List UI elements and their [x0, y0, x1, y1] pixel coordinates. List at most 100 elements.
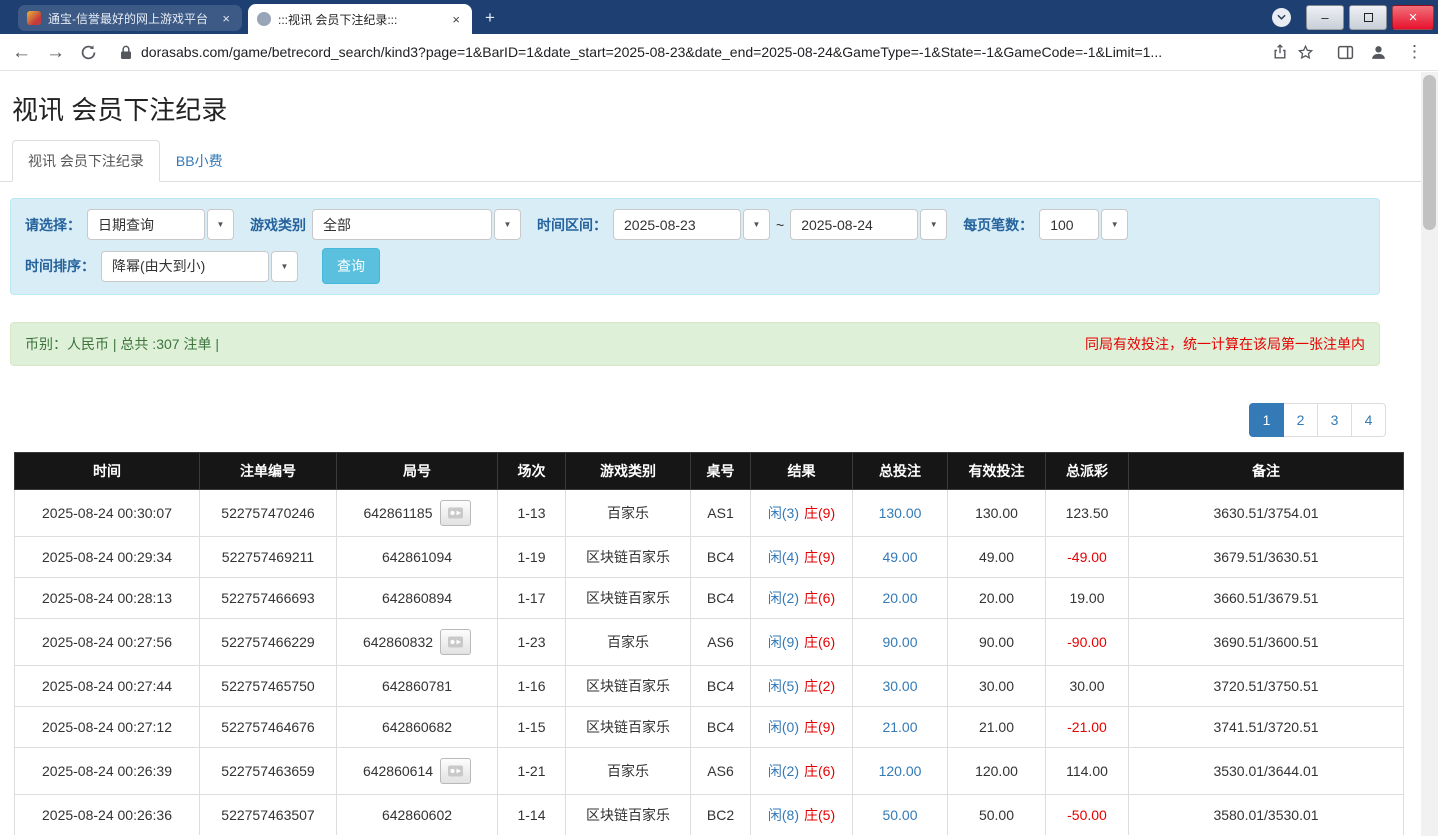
minimize-button[interactable]: – [1306, 4, 1344, 30]
caret-down-icon[interactable]: ▼ [207, 209, 234, 240]
caret-down-icon[interactable]: ▼ [494, 209, 521, 240]
sort-select[interactable]: 降幂(由大到小) ▼ [101, 250, 298, 282]
caret-down-icon[interactable]: ▼ [271, 250, 298, 282]
page-size-label: 每页笔数： [963, 216, 1034, 233]
window-close-button[interactable]: × [1392, 4, 1434, 30]
date-start-value[interactable]: 2025-08-23 [613, 209, 741, 240]
browser-tab-active[interactable]: :::视讯 会员下注纪录::: × [248, 4, 472, 34]
cell-time: 2025-08-24 00:27:44 [14, 665, 200, 707]
payout-value: 30.00 [1069, 678, 1105, 694]
query-type-select[interactable]: 日期查询 ▼ [87, 209, 234, 240]
replay-button[interactable] [440, 629, 472, 655]
tab-bb-tip[interactable]: BB小费 [160, 140, 239, 182]
total-bet-link[interactable]: 90.00 [882, 634, 917, 650]
result-player: 闲(9) [767, 634, 799, 650]
tab-close-icon[interactable]: × [219, 11, 233, 26]
table-row: 2025-08-24 00:28:13 522757466693 6428608… [14, 577, 1404, 619]
payout-value: 123.50 [1065, 505, 1109, 521]
valid-bet-notice: 同局有效投注，统一计算在该局第一张注单内 [1085, 336, 1365, 352]
total-bet-link[interactable]: 30.00 [882, 678, 917, 694]
back-icon[interactable]: ← [12, 43, 31, 62]
table-row: 2025-08-24 00:27:56 522757466229 6428608… [14, 618, 1404, 666]
total-bet-link[interactable]: 49.00 [882, 549, 917, 565]
pagination-page-button[interactable]: 1 [1249, 403, 1284, 437]
page-title: 视讯 会员下注纪录 [12, 95, 228, 125]
cell-game-type: 区块链百家乐 [565, 665, 691, 707]
search-button[interactable]: 查询 [322, 248, 380, 284]
date-start-select[interactable]: 2025-08-23 ▼ [613, 209, 770, 240]
replay-button[interactable] [440, 758, 472, 784]
payout-value: -50.00 [1067, 807, 1107, 823]
cell-valid-bet: 90.00 [947, 618, 1046, 666]
url-text[interactable]: dorasabs.com/game/betrecord_search/kind3… [141, 44, 1263, 60]
cell-game-type: 百家乐 [565, 618, 691, 666]
tab-close-icon[interactable]: × [449, 12, 463, 27]
padlock-icon[interactable] [120, 45, 132, 60]
share-icon[interactable] [1272, 44, 1288, 60]
pagination-page-button[interactable]: 3 [1317, 403, 1352, 437]
reload-icon[interactable] [80, 44, 97, 61]
total-bet-link[interactable]: 120.00 [879, 763, 922, 779]
browser-tab-inactive[interactable]: 通宝-信誉最好的网上游戏平台 × [18, 5, 242, 31]
round-id-text: 642860602 [381, 807, 453, 823]
total-bet-link[interactable]: 20.00 [882, 590, 917, 606]
tab-search-icon[interactable] [1272, 7, 1291, 27]
result-banker: 庄(9) [804, 549, 836, 565]
window-controls: – × [1272, 0, 1434, 34]
total-bet-link[interactable]: 50.00 [882, 807, 917, 823]
date-end-value[interactable]: 2025-08-24 [790, 209, 919, 240]
caret-down-icon[interactable]: ▼ [1101, 209, 1129, 240]
caret-down-icon[interactable]: ▼ [920, 209, 948, 240]
maximize-icon [1363, 12, 1373, 22]
range-separator: ~ [776, 216, 785, 233]
filter-panel: 请选择： 日期查询 ▼ 游戏类别 全部 ▼ 时间区间： 2025-08-23 ▼ [10, 198, 1380, 295]
result-player: 闲(3) [767, 505, 799, 521]
bookmark-star-icon[interactable] [1297, 44, 1314, 61]
maximize-button[interactable] [1349, 4, 1387, 30]
sort-label: 时间排序： [25, 258, 95, 274]
page-size-select[interactable]: 100 ▼ [1039, 209, 1129, 240]
query-type-value[interactable]: 日期查询 [87, 209, 205, 240]
cell-payout: -49.00 [1045, 536, 1129, 578]
site-favicon [27, 11, 41, 25]
round-id-text: 642860781 [381, 678, 453, 694]
cell-note: 3660.51/3679.51 [1128, 577, 1404, 619]
page-size-value[interactable]: 100 [1039, 209, 1100, 240]
cell-note: 3679.51/3630.51 [1128, 536, 1404, 578]
cell-total-bet: 30.00 [852, 665, 948, 707]
scrollbar-thumb[interactable] [1423, 75, 1436, 230]
payout-value: 114.00 [1066, 763, 1108, 779]
replay-button[interactable] [439, 500, 471, 526]
tab-bet-records[interactable]: 视讯 会员下注纪录 [12, 140, 160, 182]
cell-table-no: AS1 [690, 489, 751, 537]
pagination-page-button[interactable]: 2 [1283, 403, 1318, 437]
date-end-select[interactable]: 2025-08-24 ▼ [790, 209, 948, 240]
caret-down-icon[interactable]: ▼ [743, 209, 770, 240]
page-scrollbar[interactable] [1421, 72, 1438, 836]
pagination-page-button[interactable]: 4 [1351, 403, 1386, 437]
round-id-text: 642860832 [362, 634, 434, 650]
column-header: 总派彩 [1045, 452, 1129, 490]
total-bet-link[interactable]: 21.00 [882, 719, 917, 735]
game-type-select[interactable]: 全部 ▼ [312, 209, 521, 240]
cell-result: 闲(5) 庄(2) [750, 665, 853, 707]
cell-game-type: 区块链百家乐 [565, 536, 691, 578]
new-tab-button[interactable]: + [478, 6, 502, 30]
cell-result: 闲(3) 庄(9) [750, 489, 853, 537]
cell-total-bet: 130.00 [852, 489, 948, 537]
replay-video-icon [448, 636, 464, 648]
game-type-value[interactable]: 全部 [312, 209, 492, 240]
forward-icon[interactable]: → [46, 43, 65, 62]
column-header: 结果 [750, 452, 853, 490]
filter-row-2: 时间排序： 降幂(由大到小) ▼ 查询 [25, 248, 1365, 284]
cell-table-no: BC4 [690, 706, 751, 748]
profile-avatar-icon[interactable] [1369, 43, 1388, 62]
side-panel-icon[interactable] [1337, 44, 1354, 61]
total-bet-link[interactable]: 130.00 [879, 505, 922, 521]
address-bar[interactable]: dorasabs.com/game/betrecord_search/kind3… [112, 37, 1322, 67]
sort-value[interactable]: 降幂(由大到小) [101, 250, 269, 282]
result-player: 闲(4) [767, 549, 799, 565]
browser-menu-icon[interactable]: ⋮ [1403, 42, 1426, 62]
cell-round-id: 642861185 [336, 489, 498, 537]
result-player: 闲(0) [767, 719, 799, 735]
